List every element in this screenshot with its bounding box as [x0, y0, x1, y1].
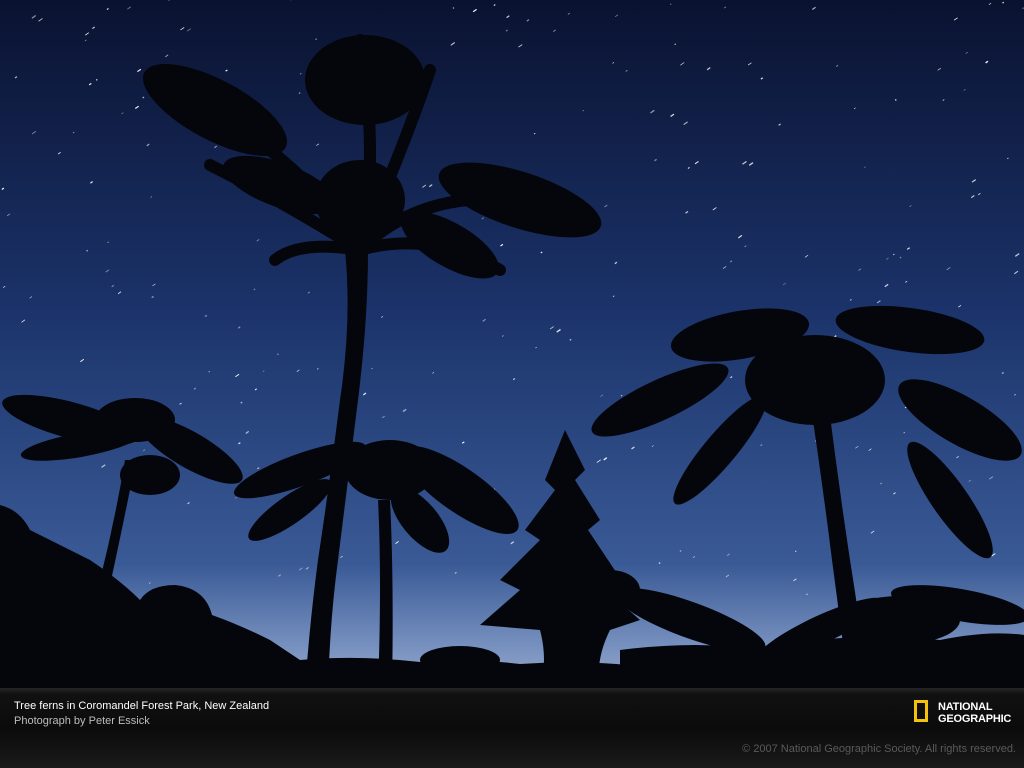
- yellow-frame-icon: [914, 700, 928, 722]
- caption-bar: Tree ferns in Coromandel Forest Park, Ne…: [0, 688, 1024, 768]
- star: [277, 353, 279, 356]
- star: [1022, 7, 1024, 9]
- star: [894, 99, 897, 101]
- star: [620, 394, 623, 397]
- star: [253, 288, 256, 291]
- star: [95, 78, 98, 81]
- star: [106, 8, 109, 10]
- night-sky-photo: [0, 0, 1024, 688]
- star: [452, 7, 455, 9]
- logo-line-1: NATIONAL: [938, 701, 993, 713]
- star: [658, 562, 661, 565]
- star: [1002, 1, 1005, 4]
- star: [315, 38, 317, 41]
- star: [540, 251, 543, 254]
- star: [903, 431, 906, 434]
- logo-line-2: GEOGRAPHIC: [938, 713, 1012, 725]
- copyright-notice: © 2007 National Geographic Society. All …: [742, 743, 1016, 755]
- wallpaper: Tree ferns in Coromandel Forest Park, Ne…: [0, 0, 1024, 768]
- star: [880, 482, 883, 485]
- national-geographic-logo: NATIONAL GEOGRAPHIC: [914, 700, 1018, 728]
- caption-title: Tree ferns in Coromandel Forest Park, Ne…: [14, 700, 270, 712]
- star: [679, 549, 682, 552]
- star: [86, 249, 88, 252]
- star: [899, 256, 902, 259]
- star: [569, 338, 572, 341]
- middle-fern-trunk: [378, 500, 393, 688]
- star: [669, 3, 672, 5]
- photo-credit: Photograph by Peter Essick: [14, 715, 150, 727]
- star: [674, 43, 677, 46]
- logo-wordmark: NATIONAL GEOGRAPHIC: [938, 701, 1011, 725]
- star: [142, 96, 145, 99]
